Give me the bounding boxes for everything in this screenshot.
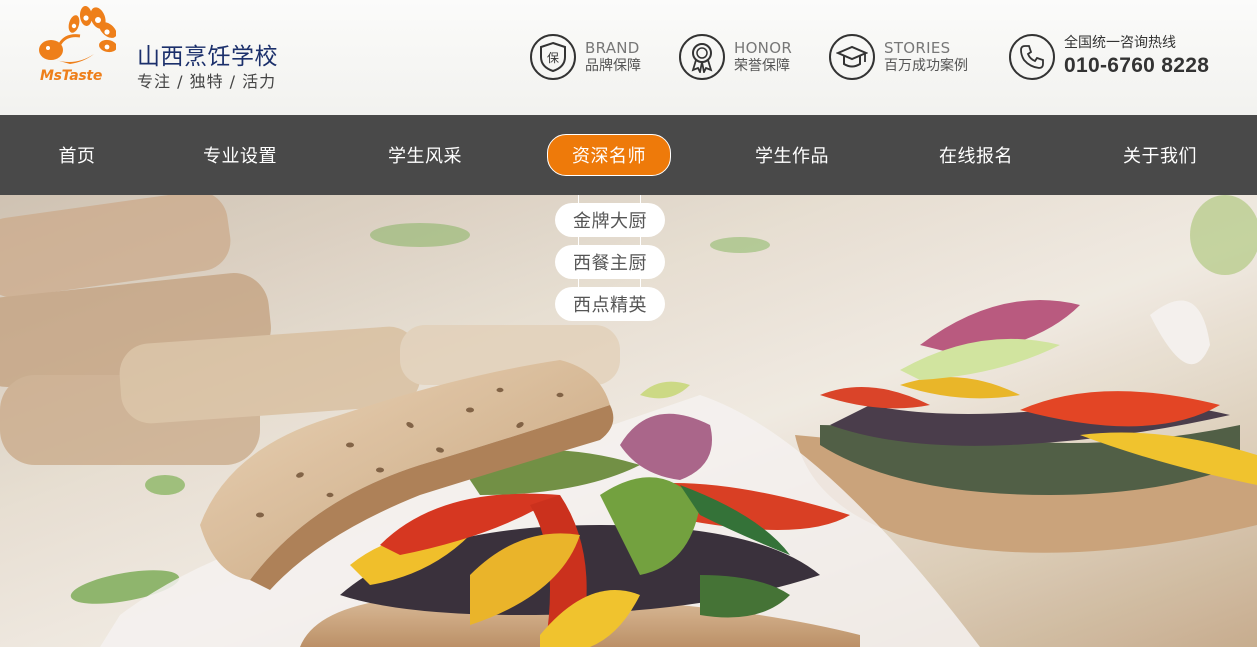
school-name: 山西烹饪学校: [137, 44, 278, 70]
nav-item-student-works[interactable]: 学生作品: [732, 115, 852, 195]
hotline-number[interactable]: 010-6760 8228: [1064, 53, 1209, 79]
dropdown-item-pastry-elite[interactable]: 西点精英: [555, 287, 665, 321]
badge-cn-label: 百万成功案例: [884, 57, 968, 74]
graduation-cap-icon: [829, 34, 875, 80]
shield-icon: 保: [530, 34, 576, 80]
badge-en-label: HONOR: [734, 38, 793, 57]
phone-icon: [1009, 34, 1055, 80]
nav-item-student-style[interactable]: 学生风采: [365, 115, 485, 195]
slogan: 专注 / 独特 / 活力: [137, 72, 277, 91]
medal-icon: [679, 34, 725, 80]
hotline-label: 全国统一咨询热线: [1064, 35, 1176, 52]
site-header: MsTaste 山西烹饪学校 专注 / 独特 / 活力 保 BRAND 品牌保障…: [0, 0, 1257, 115]
badge-en-label: STORIES: [884, 38, 951, 57]
svg-text:保: 保: [547, 51, 559, 65]
nav-item-majors[interactable]: 专业设置: [180, 115, 300, 195]
nav-item-online-signup[interactable]: 在线报名: [916, 115, 1036, 195]
logo-text: MsTaste: [40, 68, 103, 84]
dropdown-item-western-chef[interactable]: 西餐主厨: [555, 245, 665, 279]
dropdown-item-gold-chef[interactable]: 金牌大厨: [555, 203, 665, 237]
stories-badge[interactable]: STORIES 百万成功案例: [829, 33, 968, 81]
nav-item-home[interactable]: 首页: [27, 115, 127, 195]
badge-cn-label: 品牌保障: [585, 57, 641, 74]
hotline[interactable]: 全国统一咨询热线 010-6760 8228: [1009, 33, 1209, 81]
badge-cn-label: 荣誉保障: [734, 57, 790, 74]
nav-item-senior-teachers[interactable]: 资深名师: [538, 115, 680, 195]
nav-item-about-us[interactable]: 关于我们: [1100, 115, 1220, 195]
badge-en-label: BRAND: [585, 38, 640, 57]
honor-badge[interactable]: HONOR 荣誉保障: [679, 33, 792, 81]
main-nav: 首页 专业设置 学生风采 资深名师 学生作品 在线报名 关于我们: [0, 115, 1257, 195]
brand-badge[interactable]: 保 BRAND 品牌保障: [530, 33, 641, 81]
